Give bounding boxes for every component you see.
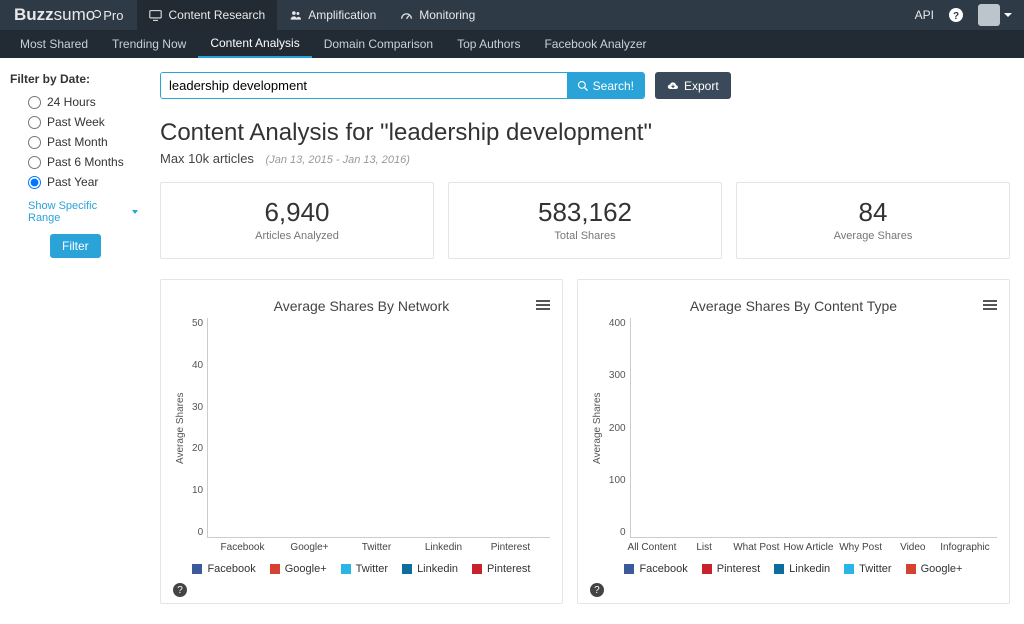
subnav-top-authors[interactable]: Top Authors — [445, 30, 532, 58]
logo[interactable]: BuzzsumoPro — [0, 5, 137, 25]
cloud-download-icon — [667, 80, 679, 92]
stat-total-shares: 583,162 Total Shares — [448, 182, 722, 259]
plot-area — [630, 318, 997, 538]
chart-help-icon[interactable]: ? — [590, 583, 604, 597]
search-icon — [577, 80, 589, 92]
date-filter-option[interactable]: Past Month — [10, 132, 138, 152]
show-specific-range[interactable]: Show Specific Range — [10, 192, 138, 234]
chart-plot: Average Shares 4003002001000 — [590, 318, 997, 538]
date-filter-option[interactable]: Past Week — [10, 112, 138, 132]
chart-title: Average Shares By Content Type — [590, 298, 997, 314]
search-wrap: Search! — [160, 72, 645, 99]
stats-row: 6,940 Articles Analyzed 583,162 Total Sh… — [160, 182, 1010, 259]
api-link[interactable]: API — [915, 8, 934, 22]
topnav-label: Monitoring — [419, 8, 475, 22]
chart-plot: Average Shares 50403020100 — [173, 318, 550, 538]
legend-item[interactable]: Google+ — [270, 563, 327, 575]
filter-button[interactable]: Filter — [50, 234, 101, 258]
chart-help-icon[interactable]: ? — [173, 583, 187, 597]
plot-area — [207, 318, 550, 538]
legend-item[interactable]: Linkedin — [402, 563, 458, 575]
chart-legend: Facebook Google+ Twitter Linkedin Pinterest — [173, 553, 550, 577]
filter-title: Filter by Date: — [10, 72, 138, 86]
topnav-amplification[interactable]: Amplification — [277, 0, 388, 30]
chart-menu-icon[interactable] — [536, 298, 550, 312]
monitor-icon — [149, 9, 162, 22]
topbar: BuzzsumoPro Content Research Amplificati… — [0, 0, 1024, 30]
export-button[interactable]: Export — [655, 72, 731, 99]
chart-menu-icon[interactable] — [983, 298, 997, 312]
people-icon — [289, 9, 302, 22]
page-title: Content Analysis for "leadership develop… — [160, 119, 1010, 147]
dashboard-icon — [400, 9, 413, 22]
topnav-content-research[interactable]: Content Research — [137, 0, 277, 30]
y-axis: 50403020100 — [188, 318, 207, 538]
search-input[interactable] — [161, 73, 567, 98]
charts-row: Average Shares By Network Average Shares… — [160, 279, 1010, 604]
stat-avg-shares: 84 Average Shares — [736, 182, 1010, 259]
subnav-trending-now[interactable]: Trending Now — [100, 30, 198, 58]
topnav: Content Research Amplification Monitorin… — [137, 0, 487, 30]
svg-text:?: ? — [953, 11, 959, 22]
y-axis: 4003002001000 — [605, 318, 630, 538]
search-button[interactable]: Search! — [567, 73, 644, 98]
subnav: Most Shared Trending Now Content Analysi… — [0, 30, 1024, 58]
subnav-content-analysis[interactable]: Content Analysis — [198, 30, 311, 58]
subnav-most-shared[interactable]: Most Shared — [8, 30, 100, 58]
date-filter-option[interactable]: Past Year — [10, 172, 138, 192]
chart-content-type: Average Shares By Content Type Average S… — [577, 279, 1010, 604]
date-range: (Jan 13, 2015 - Jan 13, 2016) — [266, 154, 410, 166]
legend-item[interactable]: Twitter — [341, 563, 388, 575]
sidebar: Filter by Date: 24 HoursPast WeekPast Mo… — [0, 58, 148, 624]
chevron-down-icon — [132, 210, 138, 214]
main-content: Search! Export Content Analysis for "lea… — [148, 58, 1024, 624]
legend-item[interactable]: Pinterest — [472, 563, 530, 575]
legend-item[interactable]: Facebook — [624, 563, 687, 575]
help-icon[interactable]: ? — [948, 7, 964, 23]
subnav-facebook-analyzer[interactable]: Facebook Analyzer — [532, 30, 658, 58]
y-axis-label: Average Shares — [590, 318, 605, 538]
legend-item[interactable]: Facebook — [192, 563, 255, 575]
chart-network: Average Shares By Network Average Shares… — [160, 279, 563, 604]
stat-articles: 6,940 Articles Analyzed — [160, 182, 434, 259]
avatar — [978, 4, 1000, 26]
date-filter-option[interactable]: Past 6 Months — [10, 152, 138, 172]
x-axis-categories: All ContentListWhat PostHow ArticleWhy P… — [620, 538, 997, 553]
user-menu[interactable] — [978, 4, 1012, 26]
topnav-monitoring[interactable]: Monitoring — [388, 0, 487, 30]
chart-title: Average Shares By Network — [173, 298, 550, 314]
topnav-label: Content Research — [168, 8, 265, 22]
legend-item[interactable]: Google+ — [906, 563, 963, 575]
chevron-down-icon — [1004, 13, 1012, 17]
topbar-right: API ? — [915, 4, 1024, 26]
legend-item[interactable]: Pinterest — [702, 563, 760, 575]
logo-icon — [93, 10, 101, 18]
topnav-label: Amplification — [308, 8, 376, 22]
legend-item[interactable]: Twitter — [844, 563, 891, 575]
legend-item[interactable]: Linkedin — [774, 563, 830, 575]
date-filter-option[interactable]: 24 Hours — [10, 92, 138, 112]
x-axis-categories: FacebookGoogle+TwitterLinkedinPinterest — [203, 538, 550, 553]
chart-legend: Facebook Pinterest Linkedin Twitter Google+ — [590, 553, 997, 577]
subnav-domain-comparison[interactable]: Domain Comparison — [312, 30, 445, 58]
page-subtitle: Max 10k articles (Jan 13, 2015 - Jan 13,… — [160, 151, 1010, 166]
y-axis-label: Average Shares — [173, 318, 188, 538]
search-row: Search! Export — [160, 72, 1010, 99]
